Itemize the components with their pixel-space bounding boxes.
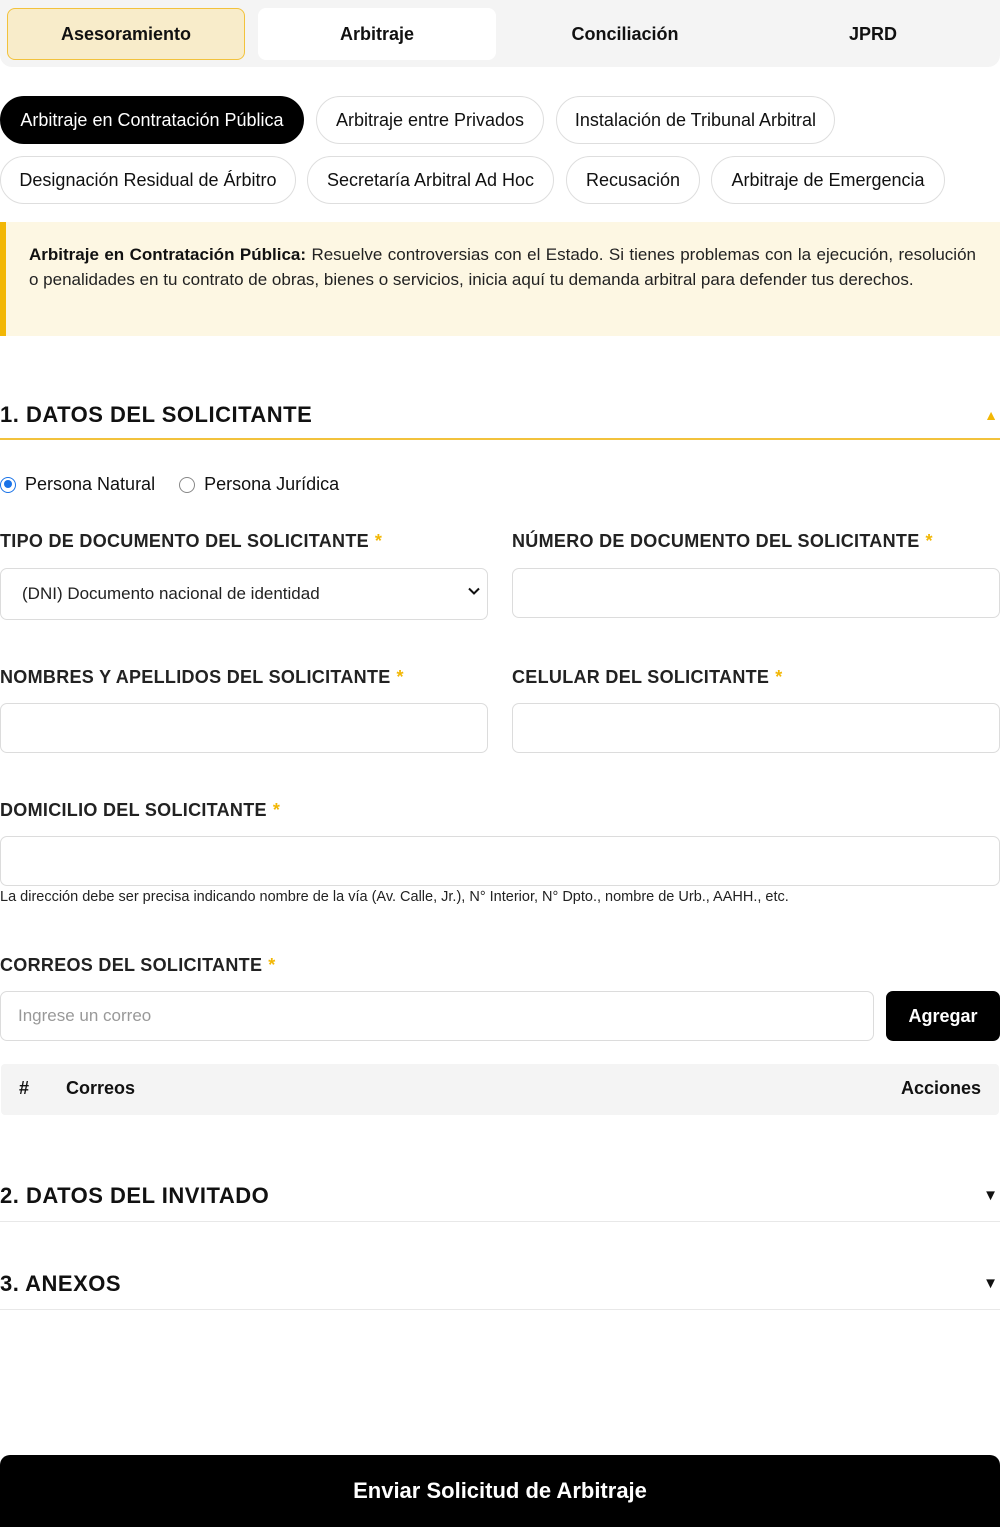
column-header-correos: Correos <box>66 1078 136 1098</box>
address-input[interactable] <box>0 836 1000 886</box>
section-title: 3. ANEXOS <box>0 1270 122 1296</box>
submit-arbitration-button[interactable]: Enviar Solicitud de Arbitraje <box>0 1455 1000 1527</box>
radio-persona-natural[interactable] <box>0 476 16 493</box>
service-description-title: Arbitraje en Contratación Pública: <box>29 245 307 264</box>
address-hint: La dirección debe ser precisa indicando … <box>0 889 789 905</box>
radio-label: Persona Jurídica <box>204 474 340 494</box>
column-header-index: # <box>19 1078 30 1098</box>
pill-instalacion-tribunal[interactable]: Instalación de Tribunal Arbitral <box>556 96 835 144</box>
phone-label: CELULAR DEL SOLICITANTE * <box>512 667 783 687</box>
doc-type-value: (DNI) Documento nacional de identidad <box>22 584 320 603</box>
emails-label: CORREOS DEL SOLICITANTE * <box>0 955 276 975</box>
doc-number-input[interactable] <box>512 568 1000 618</box>
names-input[interactable] <box>0 703 488 753</box>
section-title: 2. DATOS DEL INVITADO <box>0 1182 270 1208</box>
section-datos-invitado-header[interactable]: 2. DATOS DEL INVITADO ▼ <box>0 1170 1000 1222</box>
caret-down-icon: ▼ <box>983 1275 998 1292</box>
pill-arbitraje-contratacion-publica[interactable]: Arbitraje en Contratación Pública <box>0 96 304 144</box>
person-type-group: Persona Natural Persona Jurídica <box>0 474 363 495</box>
names-label: NOMBRES Y APELLIDOS DEL SOLICITANTE * <box>0 667 404 687</box>
service-description: Arbitraje en Contratación Pública: Resue… <box>0 222 1000 336</box>
tab-asesoramiento[interactable]: Asesoramiento <box>7 8 245 60</box>
pill-recusacion[interactable]: Recusación <box>566 156 700 204</box>
radio-label: Persona Natural <box>25 474 156 494</box>
pill-arbitraje-entre-privados[interactable]: Arbitraje entre Privados <box>316 96 544 144</box>
section-title: 1. DATOS DEL SOLICITANTE <box>0 402 313 427</box>
add-email-button[interactable]: Agregar <box>886 991 1000 1041</box>
tab-conciliacion[interactable]: Conciliación <box>506 8 744 60</box>
caret-up-icon: ▲ <box>984 407 998 423</box>
emails-table-header: # Correos Acciones <box>1 1064 999 1115</box>
doc-type-select[interactable]: (DNI) Documento nacional de identidad <box>0 568 488 620</box>
email-input[interactable]: Ingrese un correo <box>0 991 874 1041</box>
column-header-acciones: Acciones <box>900 1078 981 1098</box>
pill-arbitraje-emergencia[interactable]: Arbitraje de Emergencia <box>711 156 945 204</box>
doc-number-label: NÚMERO DE DOCUMENTO DEL SOLICITANTE * <box>512 531 933 551</box>
address-label: DOMICILIO DEL SOLICITANTE * <box>0 800 281 820</box>
radio-persona-juridica[interactable] <box>179 476 196 493</box>
pill-designacion-residual[interactable]: Designación Residual de Árbitro <box>0 156 296 204</box>
tab-jprd[interactable]: JPRD <box>754 8 992 60</box>
section-anexos-header[interactable]: 3. ANEXOS ▼ <box>0 1258 1000 1310</box>
tab-arbitraje[interactable]: Arbitraje <box>258 8 496 60</box>
doc-type-label: TIPO DE DOCUMENTO DEL SOLICITANTE * <box>0 531 383 551</box>
top-tab-bar: Asesoramiento Arbitraje Conciliación JPR… <box>0 0 1000 67</box>
chevron-down-icon <box>468 587 480 595</box>
section-datos-solicitante-header[interactable]: 1. DATOS DEL SOLICITANTE ▲ <box>0 392 1000 440</box>
caret-down-icon: ▼ <box>983 1187 998 1204</box>
phone-input[interactable] <box>512 703 1000 753</box>
pill-secretaria-arbitral[interactable]: Secretaría Arbitral Ad Hoc <box>307 156 554 204</box>
